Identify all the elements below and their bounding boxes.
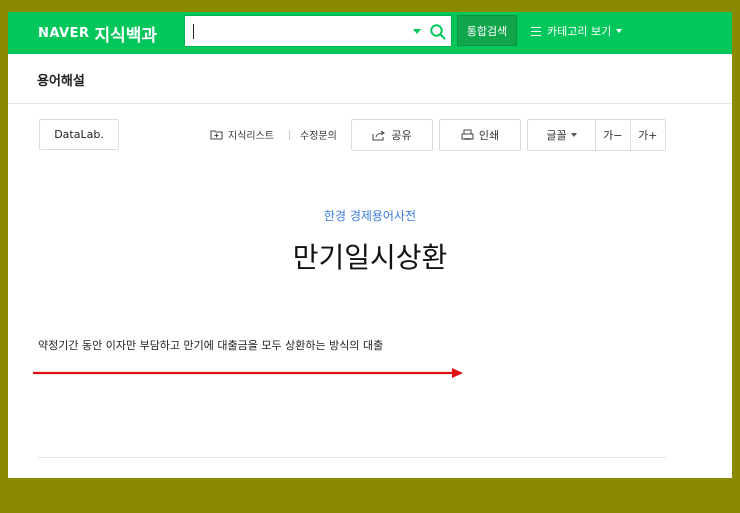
font-select[interactable]: 글꼴 <box>528 120 596 150</box>
knowledge-list-button[interactable]: 지식리스트 <box>210 127 274 142</box>
category-menu-button[interactable]: 카테고리 보기 <box>531 20 623 42</box>
list-icon <box>531 26 541 36</box>
service-name: 지식백과 <box>94 25 158 46</box>
page-title[interactable]: 용어해설 <box>37 70 85 89</box>
add-folder-icon <box>210 130 223 140</box>
share-button[interactable]: 공유 <box>351 119 433 151</box>
content-divider <box>38 457 666 458</box>
category-label: 카테고리 보기 <box>547 25 612 38</box>
source-dictionary-link[interactable]: 한경 경제용어사전 <box>8 207 732 224</box>
knowledge-list-label: 지식리스트 <box>228 131 274 142</box>
share-label: 공유 <box>391 129 412 142</box>
integrated-search-button[interactable]: 통합검색 <box>457 15 517 46</box>
printer-icon <box>461 129 474 140</box>
search-input[interactable] <box>193 22 393 42</box>
term-description: 약정기간 동안 이자만 부담하고 만기에 대출금을 모두 상환하는 방식의 대출 <box>38 339 384 352</box>
sub-header: 용어해설 <box>8 54 732 104</box>
annotation-arrow <box>33 368 463 378</box>
chevron-down-icon <box>616 29 623 33</box>
edit-request-link[interactable]: 수정문의 <box>300 127 337 142</box>
print-label: 인쇄 <box>478 129 500 142</box>
search-box <box>184 15 452 47</box>
naver-knowledge-logo[interactable]: NAVER 지식백과 <box>38 21 158 46</box>
font-controls: 글꼴 가− 가+ <box>527 119 666 151</box>
term-heading: 만기일시상환 <box>292 241 448 274</box>
print-button[interactable]: 인쇄 <box>439 119 521 151</box>
font-increase-button[interactable]: 가+ <box>631 120 665 150</box>
autocomplete-toggle-icon[interactable] <box>413 29 421 34</box>
text-cursor <box>193 24 194 39</box>
search-icon[interactable] <box>429 23 447 41</box>
share-icon <box>372 130 386 140</box>
top-navigation-bar: NAVER 지식백과 통합검색 카테고리 보기 <box>8 12 732 54</box>
toolbar-divider <box>289 130 290 140</box>
font-label: 글꼴 <box>546 129 567 142</box>
font-decrease-button[interactable]: 가− <box>596 120 631 150</box>
browser-window: NAVER 지식백과 통합검색 카테고리 보기 용어해설 DataLab. 지식… <box>8 12 732 478</box>
naver-logo-text: NAVER <box>38 25 90 41</box>
chevron-down-icon <box>570 133 577 137</box>
datalab-button[interactable]: DataLab. <box>39 119 119 150</box>
